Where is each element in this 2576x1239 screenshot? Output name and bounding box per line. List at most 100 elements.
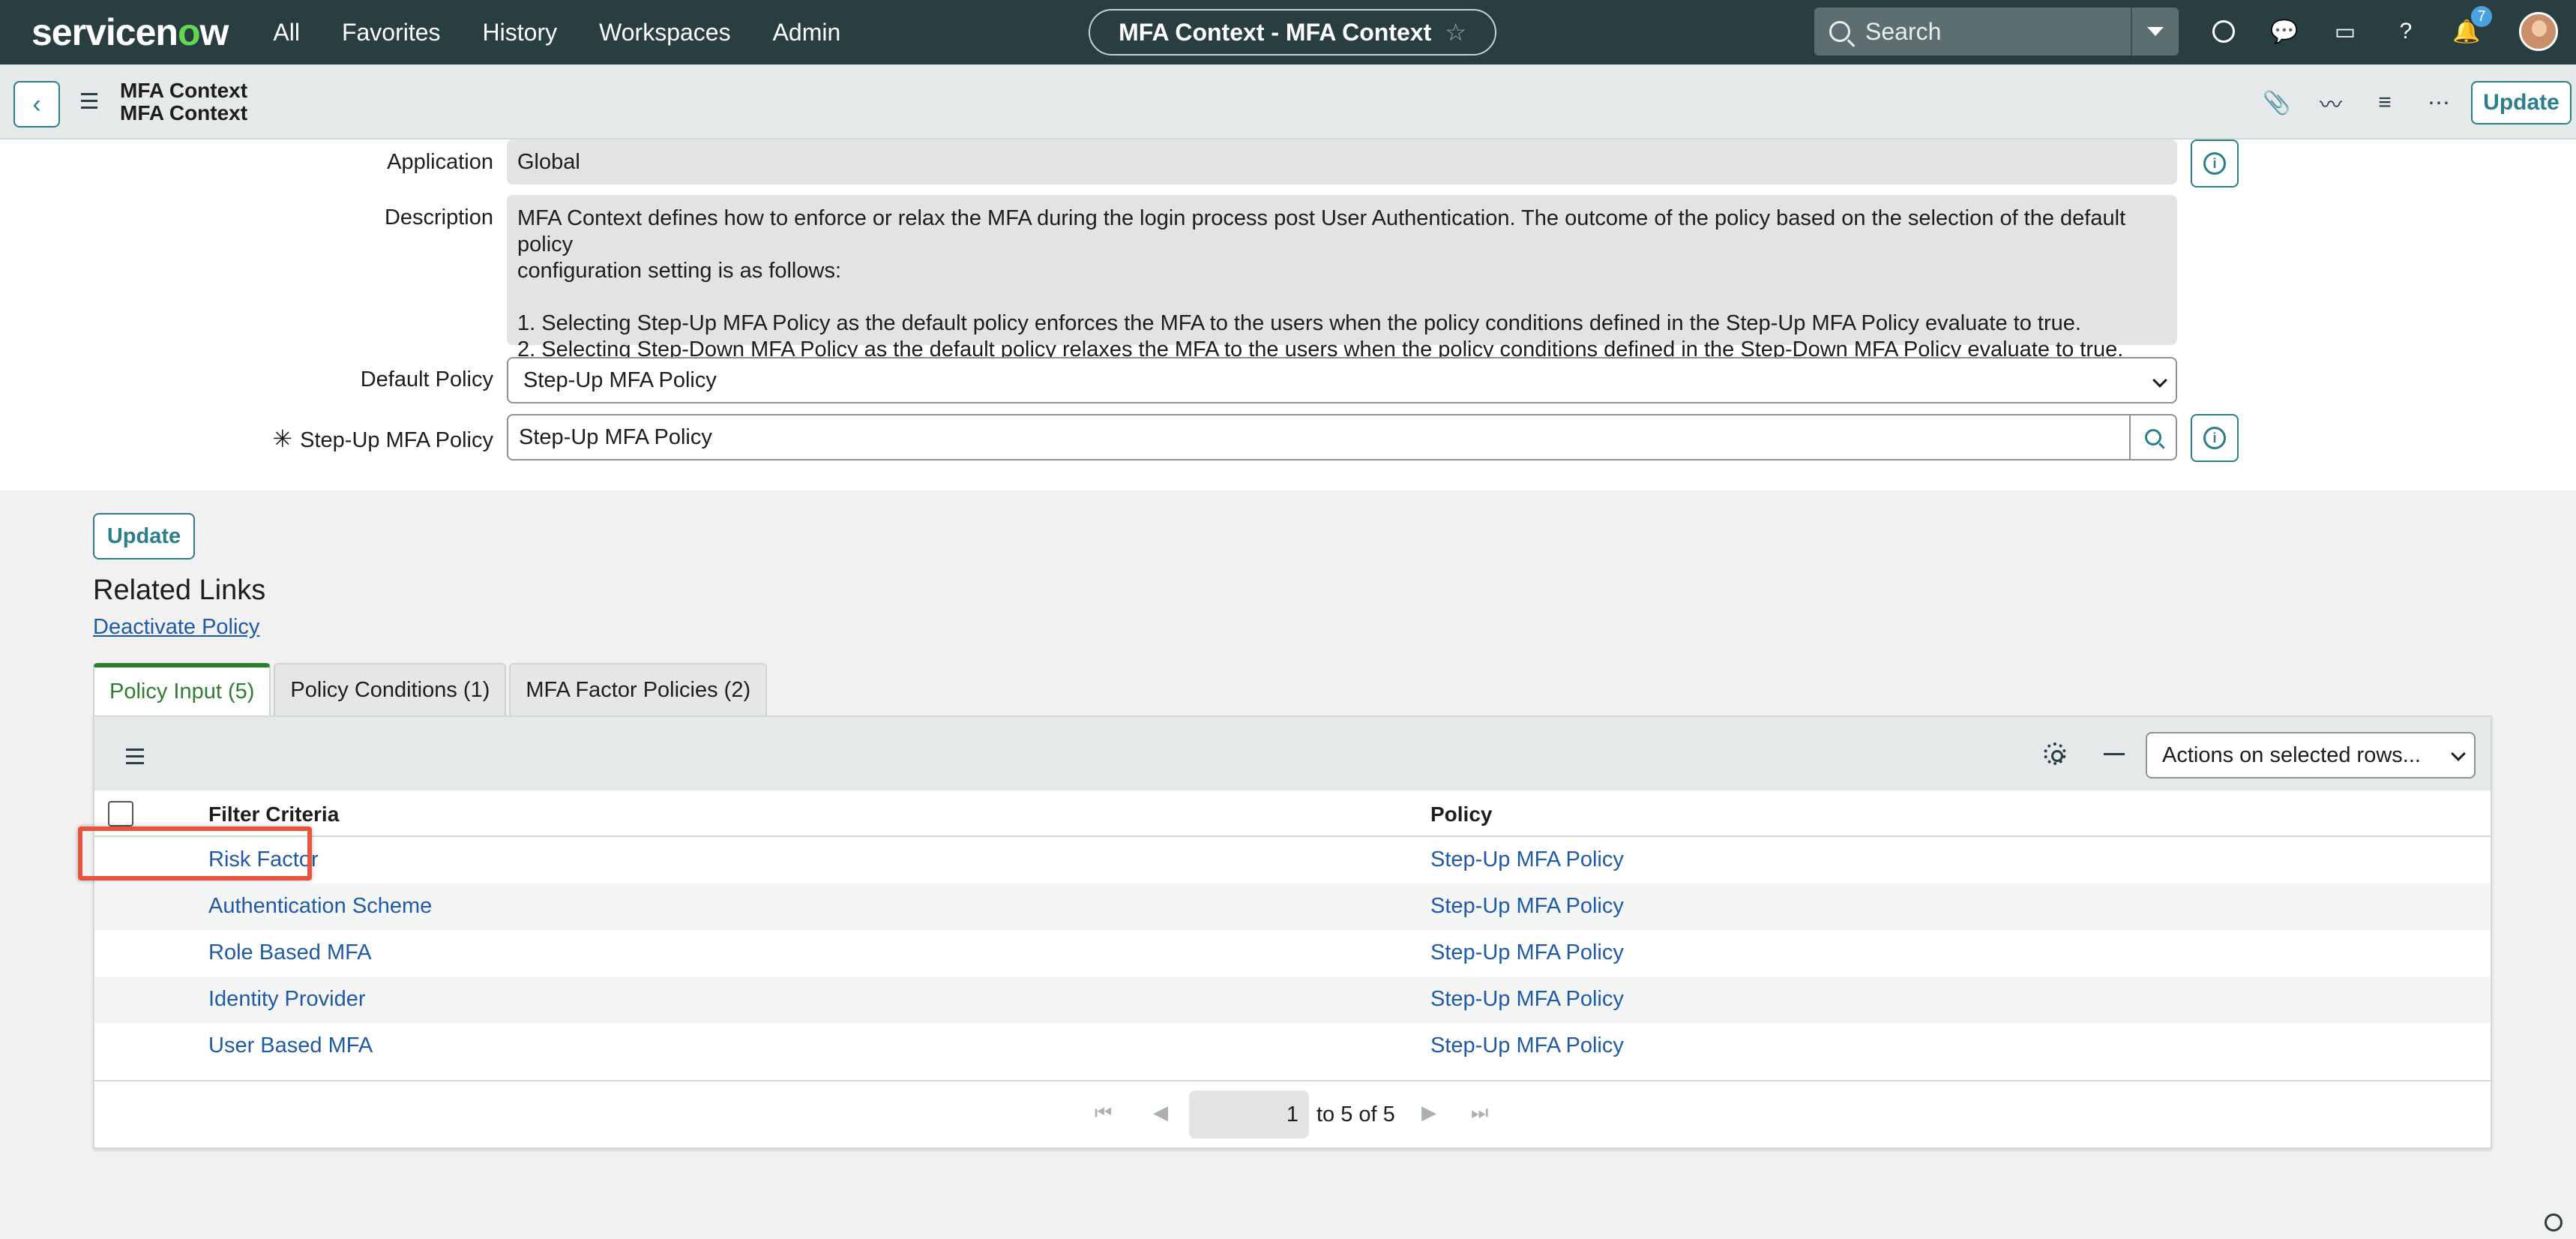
record-title-line1: MFA Context: [120, 79, 248, 102]
deactivate-policy-link[interactable]: Deactivate Policy: [93, 615, 259, 640]
top-nav: servicenow All Favorites History Workspa…: [0, 0, 2576, 64]
first-page-icon[interactable]: ⏮: [1095, 1101, 1112, 1125]
chat-icon[interactable]: 💬: [2269, 16, 2299, 46]
actions-select[interactable]: Actions on selected rows...: [2146, 732, 2476, 778]
stepup-policy-label: ✳ Step-Up MFA Policy: [272, 425, 493, 452]
table-row: Identity Provider Step-Up MFA Policy: [94, 976, 2491, 1023]
search-icon: [2145, 429, 2161, 446]
policy-link[interactable]: Step-Up MFA Policy: [1430, 894, 1624, 919]
pagination: ⏮ ◀ 1 to 5 of 5 ▶ ⏭: [94, 1080, 2491, 1140]
default-policy-value: Step-Up MFA Policy: [523, 368, 717, 392]
select-all-checkbox[interactable]: [108, 801, 133, 826]
page-number-input[interactable]: 1: [1189, 1090, 1309, 1138]
screen-icon[interactable]: ▭: [2330, 16, 2360, 46]
default-policy-label: Default Policy: [360, 368, 493, 392]
list-menu-icon[interactable]: [126, 748, 144, 769]
column-policy[interactable]: Policy: [1430, 802, 1492, 826]
paperclip-icon[interactable]: 📎: [2263, 90, 2290, 116]
timer-icon[interactable]: [2545, 1214, 2563, 1232]
gear-icon[interactable]: [2044, 742, 2066, 765]
nav-links: All Favorites History Workspaces Admin: [273, 19, 882, 46]
policy-link[interactable]: Step-Up MFA Policy: [1430, 940, 1624, 965]
stepup-policy-input[interactable]: Step-Up MFA Policy: [507, 414, 2131, 460]
default-policy-select[interactable]: Step-Up MFA Policy: [507, 357, 2177, 404]
application-label: Application: [387, 150, 493, 174]
filter-criteria-link[interactable]: Role Based MFA: [208, 940, 372, 965]
collapse-icon[interactable]: [2104, 753, 2125, 755]
list-toolbar: Actions on selected rows...: [94, 717, 2491, 790]
form-menu-icon[interactable]: [81, 93, 97, 113]
form-update-button[interactable]: Update: [93, 513, 195, 560]
stepup-info-button[interactable]: i: [2191, 414, 2239, 462]
tab-mfa-factor-policies[interactable]: MFA Factor Policies (2): [509, 663, 768, 716]
filter-criteria-link[interactable]: Authentication Scheme: [208, 894, 432, 919]
tab-policy-conditions[interactable]: Policy Conditions (1): [274, 663, 507, 716]
nav-workspaces[interactable]: Workspaces: [599, 19, 730, 46]
mandatory-icon: ✳: [272, 425, 293, 452]
notification-badge: 7: [2471, 6, 2492, 27]
column-filter-criteria[interactable]: Filter Criteria: [208, 802, 339, 826]
nav-history[interactable]: History: [483, 19, 558, 46]
related-list-panel: Actions on selected rows... Filter Crite…: [93, 716, 2492, 1149]
form-area: Application Global i Description MFA Con…: [0, 140, 2576, 490]
globe-icon[interactable]: [2209, 16, 2239, 46]
chevron-down-icon: [2152, 373, 2167, 388]
search-icon: [1829, 21, 1850, 42]
top-icons: 💬 ▭ ? 🔔 7: [2209, 6, 2512, 46]
table-row: Role Based MFA Step-Up MFA Policy: [94, 930, 2491, 976]
description-line: MFA Context defines how to enforce or re…: [517, 206, 2126, 256]
filter-criteria-link[interactable]: User Based MFA: [208, 1034, 373, 1058]
help-icon[interactable]: ?: [2391, 16, 2421, 46]
page-count-text: to 5 of 5: [1316, 1102, 1395, 1126]
description-field: MFA Context defines how to enforce or re…: [507, 195, 2177, 362]
info-icon: i: [2203, 427, 2226, 449]
table-row: Risk Factor Step-Up MFA Policy: [94, 837, 2491, 884]
highlight-box: [78, 826, 312, 880]
related-list-tabs: Policy Input (5) Policy Conditions (1) M…: [93, 663, 770, 716]
context-title-pill[interactable]: MFA Context - MFA Context ☆: [1089, 9, 1496, 56]
global-search[interactable]: Search: [1814, 8, 2179, 56]
application-info-button[interactable]: i: [2191, 140, 2239, 188]
favorite-star-icon[interactable]: ☆: [1445, 18, 1466, 46]
description-line: 1. Selecting Step-Up MFA Policy as the d…: [517, 311, 2081, 335]
search-scope-dropdown[interactable]: [2131, 8, 2179, 56]
description-line: configuration setting is as follows:: [517, 259, 841, 283]
nav-favorites[interactable]: Favorites: [342, 19, 441, 46]
chevron-down-icon: [2451, 746, 2466, 761]
nav-admin[interactable]: Admin: [773, 19, 841, 46]
servicenow-logo[interactable]: servicenow: [31, 10, 229, 54]
activity-icon[interactable]: 〰: [2318, 90, 2344, 118]
prev-page-icon[interactable]: ◀: [1153, 1101, 1168, 1124]
chevron-left-icon: ‹: [32, 89, 41, 118]
user-avatar[interactable]: [2519, 12, 2558, 51]
policy-link[interactable]: Step-Up MFA Policy: [1430, 987, 1624, 1012]
table-row: User Based MFA Step-Up MFA Policy: [94, 1023, 2491, 1070]
sliders-icon[interactable]: ≡: [2372, 90, 2398, 116]
description-label: Description: [384, 206, 493, 230]
nav-all[interactable]: All: [273, 19, 300, 46]
header-icons: 📎 〰 ≡ ⋯: [2263, 90, 2480, 118]
header-update-button[interactable]: Update: [2471, 81, 2572, 124]
bell-icon[interactable]: 🔔 7: [2452, 6, 2492, 46]
application-field: Global: [507, 140, 2177, 184]
search-input[interactable]: Search: [1865, 18, 1941, 46]
next-page-icon[interactable]: ▶: [1421, 1101, 1436, 1124]
actions-select-value: Actions on selected rows...: [2162, 743, 2421, 767]
filter-criteria-link[interactable]: Identity Provider: [208, 987, 366, 1012]
table-row: Authentication Scheme Step-Up MFA Policy: [94, 884, 2491, 930]
record-title-line2: MFA Context: [120, 101, 248, 124]
policy-link[interactable]: Step-Up MFA Policy: [1430, 1034, 1624, 1058]
back-button[interactable]: ‹: [13, 81, 60, 128]
record-header: ‹ MFA Context MFA Context 📎 〰 ≡ ⋯ Update: [0, 64, 2576, 140]
caret-down-icon: [2147, 27, 2164, 36]
more-icon[interactable]: ⋯: [2426, 90, 2452, 116]
policy-link[interactable]: Step-Up MFA Policy: [1430, 848, 1624, 872]
table-header: Filter Criteria Policy: [94, 790, 2491, 837]
related-links-heading: Related Links: [93, 574, 266, 606]
last-page-icon[interactable]: ⏭: [1471, 1101, 1488, 1125]
record-title: MFA Context MFA Context: [120, 80, 247, 124]
context-title: MFA Context - MFA Context: [1119, 18, 1432, 46]
reference-lookup-button[interactable]: [2129, 414, 2177, 460]
info-icon: i: [2203, 152, 2226, 175]
tab-policy-input[interactable]: Policy Input (5): [93, 663, 271, 716]
